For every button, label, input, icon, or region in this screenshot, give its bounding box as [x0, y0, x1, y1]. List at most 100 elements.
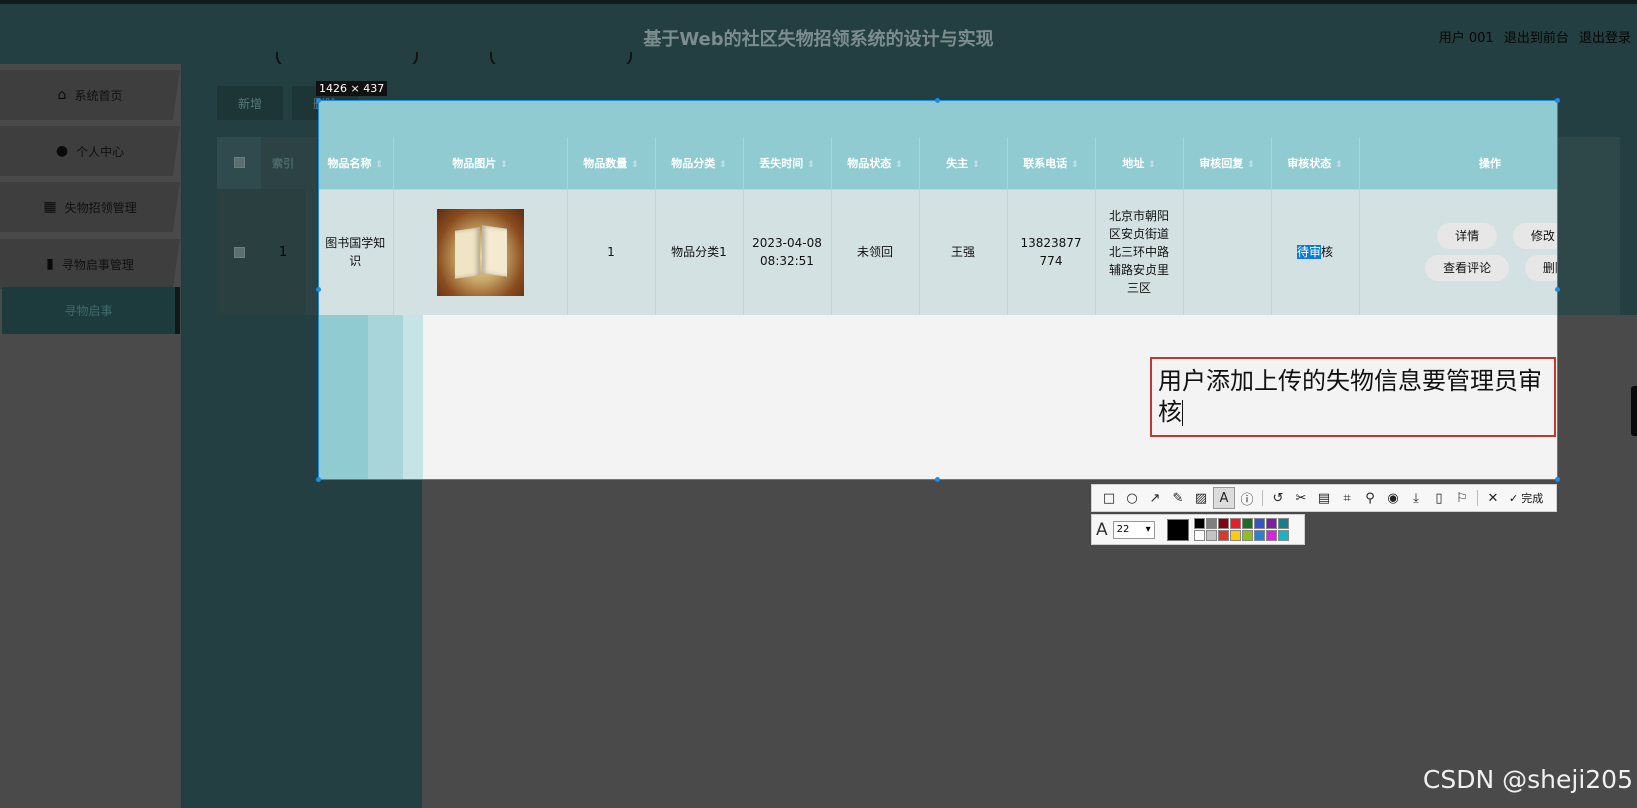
resize-handle[interactable]: [935, 98, 940, 103]
record-icon[interactable]: ◉: [1382, 487, 1404, 509]
detail-button[interactable]: 详情: [1437, 223, 1498, 250]
column-header[interactable]: 审核状态 ⇕: [1271, 137, 1360, 189]
home-icon: ⌂: [57, 87, 67, 103]
color-swatch[interactable]: [1193, 518, 1205, 529]
sort-icon: ⇕: [972, 159, 980, 170]
color-swatch[interactable]: [1229, 518, 1241, 529]
pin-icon[interactable]: ⚲: [1359, 487, 1381, 509]
color-swatch[interactable]: [1205, 530, 1217, 541]
view-comments-button[interactable]: 查看评论: [1425, 255, 1510, 282]
toolbar-separator: [1262, 490, 1263, 506]
column-header[interactable]: 失主 ⇕: [919, 137, 1008, 189]
column-header[interactable]: 物品图片 ⇕: [393, 137, 568, 189]
phone-icon[interactable]: ▯: [1428, 487, 1450, 509]
sort-icon: ⇕: [895, 159, 903, 170]
done-button[interactable]: ✓ 完成: [1509, 490, 1543, 506]
sort-icon: ⇕: [631, 159, 639, 170]
undo-icon[interactable]: ↺: [1267, 487, 1289, 509]
column-header-actions: 操作: [1359, 137, 1558, 189]
back-to-front-link[interactable]: 退出到前台: [1504, 31, 1569, 46]
column-header[interactable]: 审核回复 ⇕: [1183, 137, 1272, 189]
color-swatch[interactable]: [1205, 518, 1217, 529]
font-size-select[interactable]: 22 ▾: [1112, 520, 1155, 539]
cell-status: 未领回: [831, 188, 920, 315]
column-header[interactable]: 物品数量 ⇕: [567, 137, 656, 189]
cell-lost-time: 2023-04-08 08:32:51: [743, 188, 832, 315]
color-swatch[interactable]: [1253, 518, 1265, 529]
delete-row-button[interactable]: 删除: [1524, 255, 1558, 282]
column-header[interactable]: 地址 ⇕: [1095, 137, 1184, 189]
scan-icon[interactable]: ⌗: [1336, 487, 1358, 509]
resize-handle[interactable]: [1555, 98, 1560, 103]
cell-quantity: 1: [567, 188, 656, 315]
selection-size-label: 1426 × 437: [316, 81, 388, 96]
annotation-text-box[interactable]: 用户添加上传的失物信息要管理员审核: [1150, 357, 1556, 437]
close-icon[interactable]: ✕: [1482, 487, 1504, 509]
download-icon[interactable]: ⤓: [1405, 487, 1427, 509]
sidebar-item-home[interactable]: ⌂ 系统首页: [0, 70, 180, 120]
sidebar-item-search-notice[interactable]: ▮ 寻物启事管理: [0, 239, 180, 289]
sort-icon: ⇕: [719, 159, 727, 170]
font-size-value: 22: [1116, 524, 1130, 535]
resize-handle[interactable]: [935, 477, 940, 482]
sidebar-item-lost-found[interactable]: ▦ 失物招领管理: [0, 182, 180, 232]
color-swatch[interactable]: [1277, 518, 1289, 529]
row-checkbox[interactable]: [234, 247, 245, 258]
column-header[interactable]: 物品名称 ⇕: [318, 137, 394, 189]
row-select-cell: [217, 189, 261, 315]
font-icon: A: [1096, 519, 1108, 540]
color-swatch[interactable]: [1229, 530, 1241, 541]
sidebar-item-personal-center[interactable]: ● 个人中心: [0, 126, 180, 176]
color-swatch[interactable]: [1253, 530, 1265, 541]
cell-owner: 王强: [919, 188, 1008, 315]
pen-icon[interactable]: ✎: [1167, 487, 1189, 509]
data-table: 物品名称 ⇕ 物品图片 ⇕ 物品数量 ⇕ 物品分类 ⇕ 丢失时间 ⇕ 物品状态 ⇕ 失主 ⇕ …: [318, 137, 1558, 315]
book-image[interactable]: [436, 208, 524, 296]
sidebar-item-label: 失物招领管理: [64, 200, 137, 215]
color-swatch[interactable]: [1217, 530, 1229, 541]
logout-link[interactable]: 退出登录: [1579, 31, 1631, 46]
color-swatch[interactable]: [1193, 530, 1205, 541]
color-swatch[interactable]: [1217, 518, 1229, 529]
select-all-checkbox[interactable]: [234, 157, 245, 168]
cell-review-reply: [1183, 188, 1272, 315]
rect-icon[interactable]: □: [1098, 487, 1120, 509]
chevron-down-icon: ▾: [1145, 524, 1151, 535]
sort-icon: ⇕: [500, 159, 508, 170]
index-header: 索引: [272, 157, 294, 170]
bookmark-icon[interactable]: ⚐: [1451, 487, 1473, 509]
sidebar-subitem-search-notice[interactable]: 寻物启事: [2, 287, 180, 334]
color-swatch[interactable]: [1241, 530, 1253, 541]
arrow-icon[interactable]: ↗: [1144, 487, 1166, 509]
color-swatch[interactable]: [1265, 530, 1277, 541]
color-swatch[interactable]: [1277, 530, 1289, 541]
resize-handle[interactable]: [316, 287, 321, 292]
color-swatch[interactable]: [1265, 518, 1277, 529]
column-header[interactable]: 丢失时间 ⇕: [743, 137, 832, 189]
resize-handle[interactable]: [316, 477, 321, 482]
resize-handle[interactable]: [316, 98, 321, 103]
column-header[interactable]: 物品状态 ⇕: [831, 137, 920, 189]
site-title: 基于Web的社区失物招领系统的设计与实现: [643, 29, 994, 50]
color-palette: [1193, 518, 1289, 541]
resize-handle[interactable]: [1555, 477, 1560, 482]
column-header[interactable]: 联系电话 ⇕: [1007, 137, 1096, 189]
text-icon[interactable]: A: [1213, 487, 1235, 509]
color-swatch[interactable]: [1241, 518, 1253, 529]
ocr-icon[interactable]: ▤: [1313, 487, 1335, 509]
table-right-dim: [1558, 137, 1620, 315]
column-header[interactable]: 物品分类 ⇕: [655, 137, 744, 189]
ellipse-icon[interactable]: ○: [1121, 487, 1143, 509]
mosaic-icon[interactable]: ▨: [1190, 487, 1212, 509]
sort-icon: ⇕: [807, 159, 815, 170]
sidebar-item-label: 寻物启事管理: [61, 257, 134, 272]
resize-handle[interactable]: [1555, 287, 1560, 292]
current-color-swatch[interactable]: [1166, 518, 1189, 541]
scissors-icon[interactable]: ✂: [1290, 487, 1312, 509]
sort-icon: ⇕: [375, 159, 384, 170]
number-icon[interactable]: ⓘ: [1236, 487, 1258, 509]
top-bar: 基于Web的社区失物招领系统的设计与实现 用户 001 退出到前台 退出登录: [0, 0, 1637, 64]
user-name: 用户 001: [1438, 31, 1494, 46]
edit-button[interactable]: 修改: [1512, 223, 1558, 250]
add-button[interactable]: 新增: [217, 86, 283, 120]
